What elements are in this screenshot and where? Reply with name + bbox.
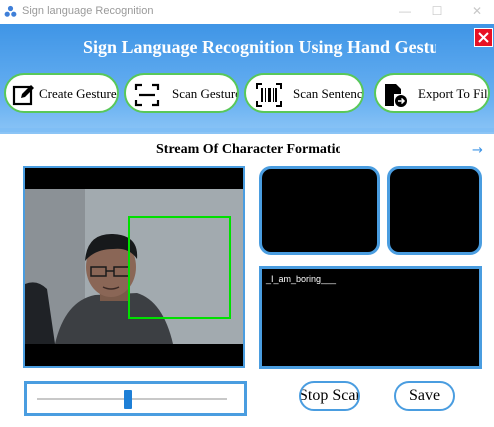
arrow-right-icon[interactable]: → xyxy=(472,144,483,158)
app-header: Sign Language Recognition Using Hand Ges… xyxy=(0,24,494,134)
save-label: Save xyxy=(408,387,441,404)
create-gesture-button[interactable]: Create Gesture xyxy=(4,73,119,113)
recognized-text: _I_am_boring___ xyxy=(266,274,337,284)
export-to-file-button[interactable]: Export To File xyxy=(374,73,490,113)
scan-sentence-label: Scan Sentence xyxy=(293,86,362,101)
app-icon xyxy=(4,5,17,17)
scan-icon xyxy=(134,83,160,107)
threshold-slider[interactable] xyxy=(24,381,247,416)
close-button[interactable] xyxy=(474,28,493,47)
stream-title: Stream Of Character Formation xyxy=(156,142,340,157)
slider-thumb[interactable] xyxy=(124,390,133,409)
maximize-button[interactable]: ☐ xyxy=(430,4,444,18)
edit-icon xyxy=(12,85,34,106)
export-file-icon xyxy=(385,84,407,107)
camera-image xyxy=(25,189,243,344)
close-icon xyxy=(478,32,489,43)
window-title-bar: Sign language Recognition — ☐ ✕ xyxy=(0,0,494,24)
save-button[interactable]: Save xyxy=(394,381,455,411)
stop-scan-label: Stop Scan xyxy=(299,387,360,404)
stop-scan-button[interactable]: Stop Scan xyxy=(299,381,360,411)
minimize-button[interactable]: — xyxy=(398,4,412,18)
scan-gesture-label: Scan Gesture xyxy=(172,86,238,101)
recognized-text-area[interactable]: _I_am_boring___ xyxy=(259,266,482,369)
hand-region-box xyxy=(128,216,231,319)
scan-sentence-button[interactable]: Scan Sentence xyxy=(244,73,364,113)
header-divider xyxy=(0,128,494,132)
export-to-file-label: Export To File xyxy=(418,86,488,101)
gesture-preview-right xyxy=(387,166,482,255)
gesture-preview-left xyxy=(259,166,380,255)
camera-feed xyxy=(23,166,245,368)
barcode-scan-icon xyxy=(256,83,282,107)
create-gesture-label: Create Gesture xyxy=(39,86,117,101)
window-close-button[interactable]: ✕ xyxy=(470,4,484,18)
scan-gesture-button[interactable]: Scan Gesture xyxy=(124,73,239,113)
window-title: Sign language Recognition xyxy=(22,5,154,17)
page-title: Sign Language Recognition Using Hand Ges… xyxy=(83,37,436,57)
